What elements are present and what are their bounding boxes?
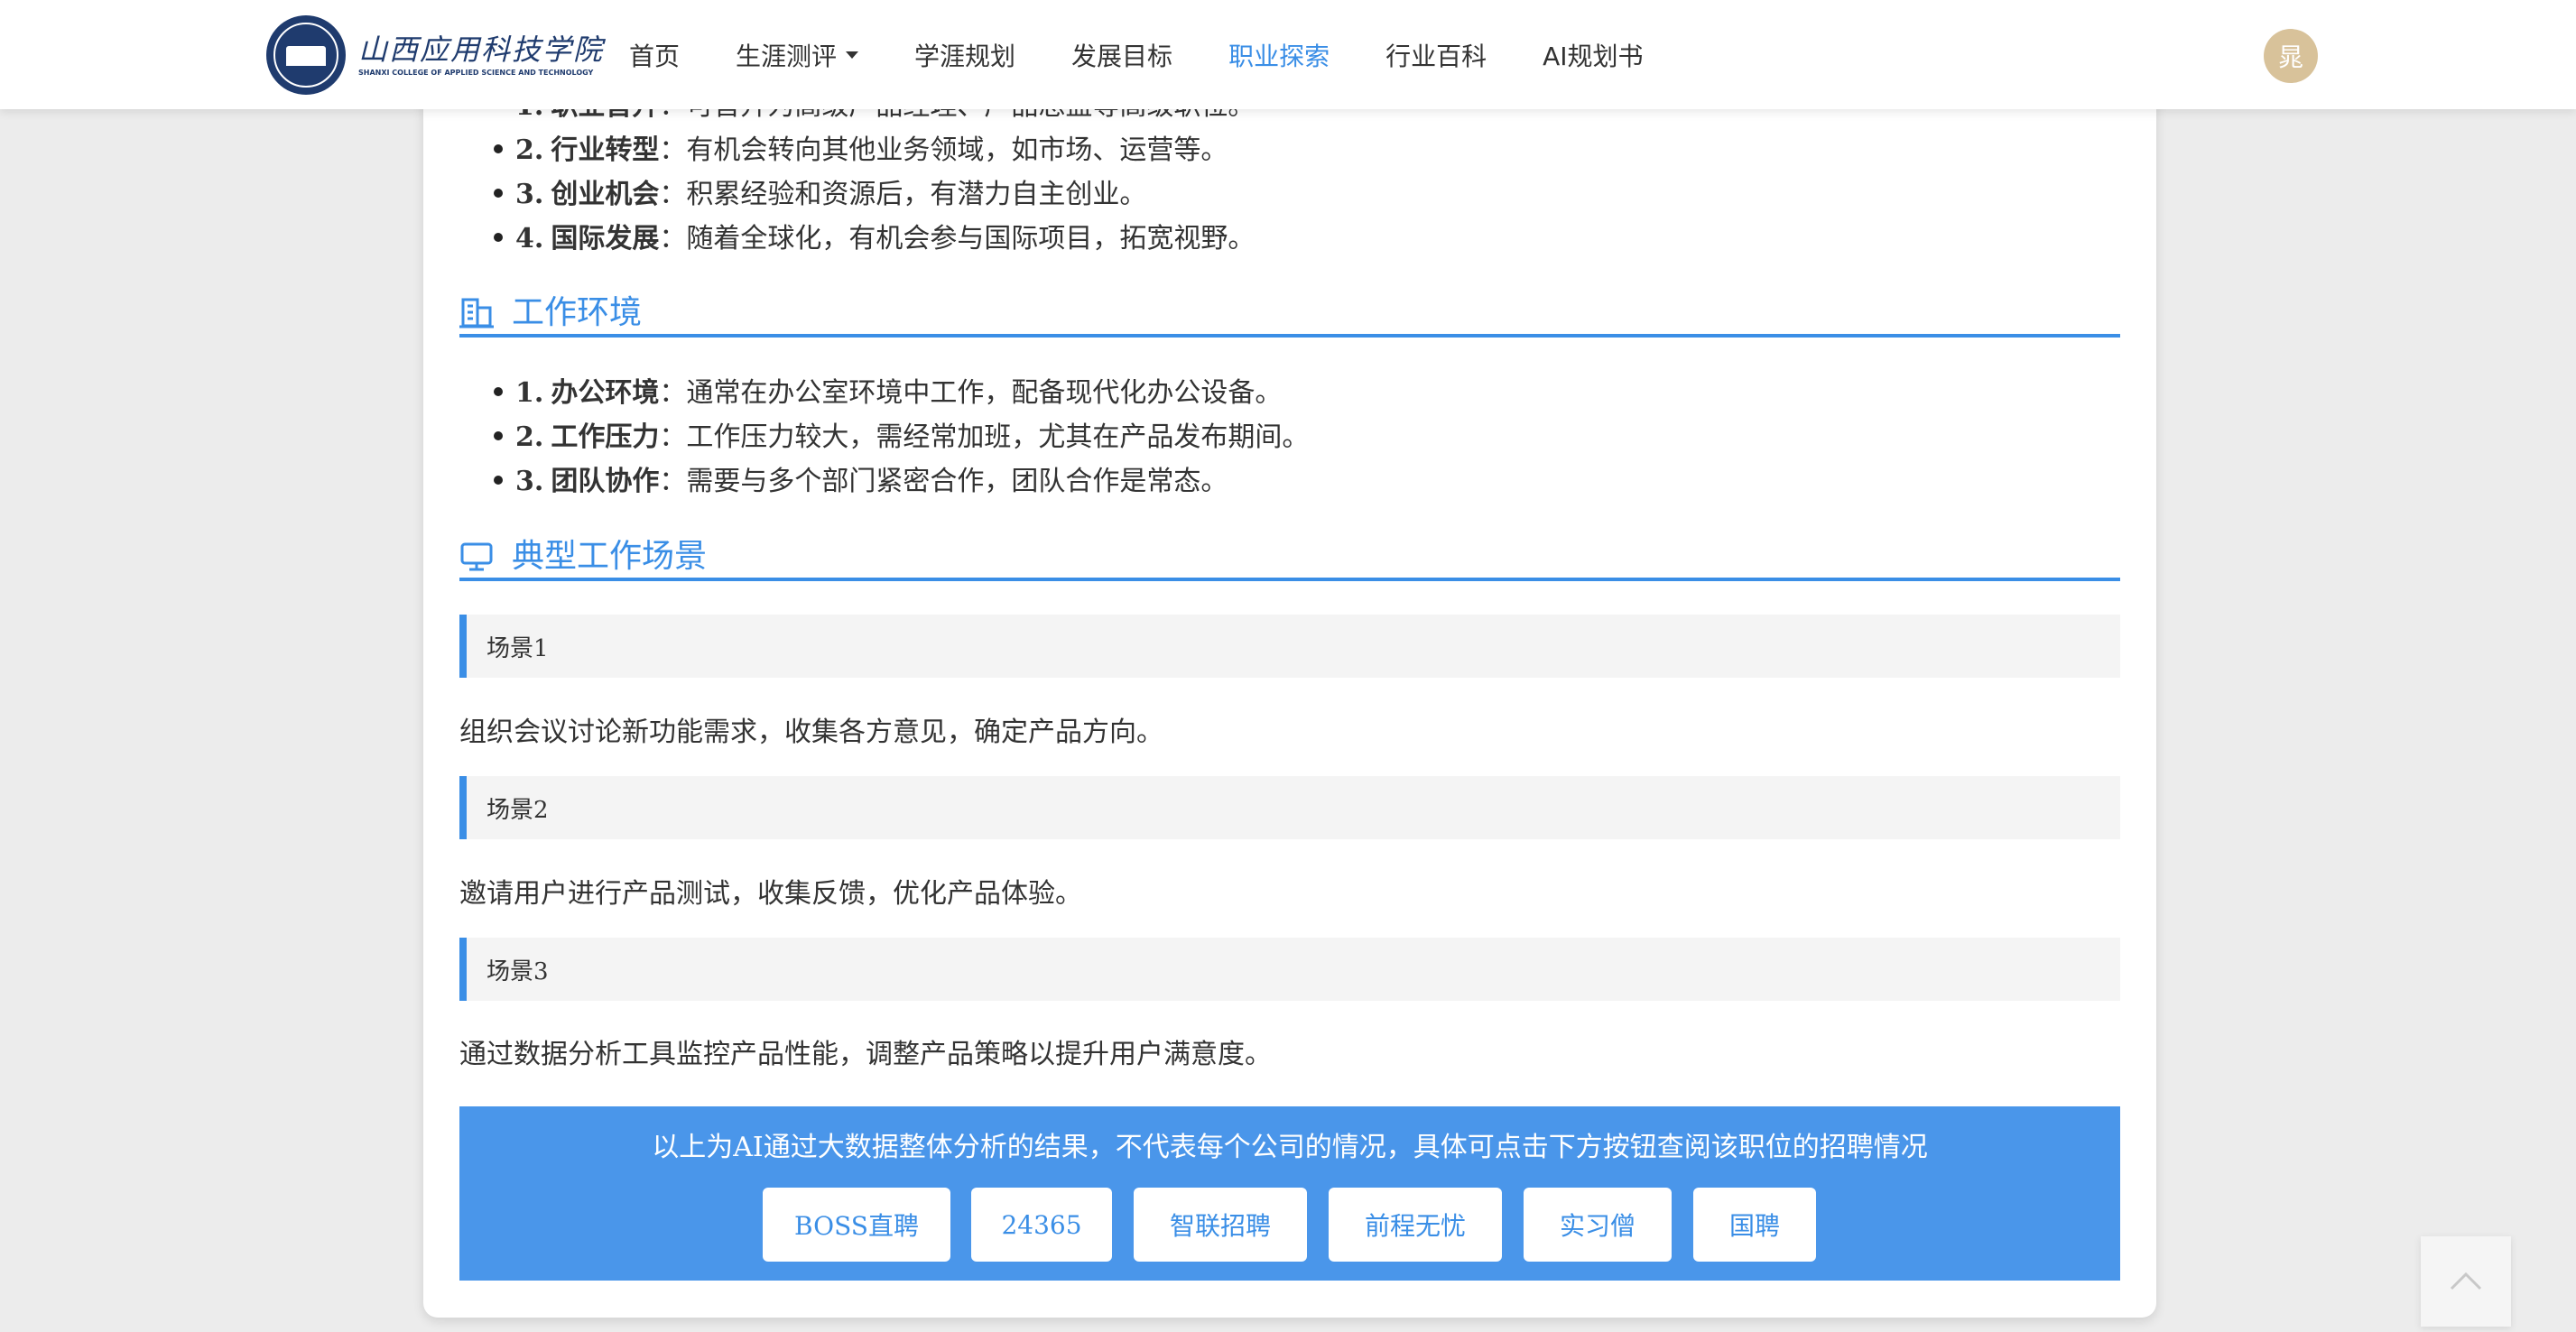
item-key: 行业转型 (551, 134, 660, 166)
logo-english-name: SHANXI COLLEGE OF APPLIED SCIENCE AND TE… (358, 69, 594, 77)
typical-scenes-heading: 典型工作场景 (459, 536, 2120, 581)
boss-zhipin-button[interactable]: BOSS直聘 (763, 1188, 950, 1262)
nav-development-goals[interactable]: 发展目标 (1071, 37, 1172, 73)
nav-career-assessment[interactable]: 生涯测评 (736, 37, 859, 73)
shixiseng-button[interactable]: 实习僧 (1524, 1188, 1672, 1262)
item-text: ：积累经验和资源后，有潜力自主创业。 (659, 179, 1147, 210)
nav-career-assessment-label: 生涯测评 (736, 41, 838, 71)
bullet-dot (494, 189, 503, 198)
monitor-icon (460, 542, 493, 571)
button-label: BOSS直聘 (794, 1211, 919, 1241)
nav-career-exploration[interactable]: 职业探索 (1228, 37, 1330, 73)
list-item: 3. 团队协作：需要与多个部门紧密合作，团队合作是常态。 (494, 459, 1309, 504)
list-item: 1. 办公环境：通常在办公室环境中工作，配备现代化办公设备。 (494, 371, 1309, 415)
bullet-dot (494, 431, 503, 440)
nav-study-planning[interactable]: 学涯规划 (914, 37, 1015, 73)
nav-home-label: 首页 (629, 41, 681, 71)
nav-home[interactable]: 首页 (629, 37, 680, 73)
item-text: ：通常在办公室环境中工作，配备现代化办公设备。 (659, 377, 1283, 409)
item-number: 1. (515, 377, 544, 409)
item-number: 3. (515, 466, 544, 497)
scene-label-box: 场景1 (459, 615, 2120, 678)
item-key: 工作压力 (551, 421, 660, 453)
caret-down-icon (846, 51, 859, 59)
ai-disclaimer-note: 以上为AI通过大数据整体分析的结果，不代表每个公司的情况，具体可点击下方按钮查阅… (652, 1132, 1928, 1163)
bullet-dot (494, 387, 503, 396)
section-title: 工作环境 (512, 294, 643, 331)
career-development-list: 1.职业晋升：可晋升为高级产品经理、产品总监等高级职位。 2.行业转型：有机会转… (494, 84, 1255, 261)
scene-label: 场景3 (486, 957, 549, 985)
scene-description: 组织会议讨论新功能需求，收集各方意见，确定产品方向。 (459, 717, 1163, 748)
avatar-char: 晁 (2277, 42, 2303, 72)
scene-label: 场景1 (486, 634, 549, 662)
section-title: 典型工作场景 (512, 538, 708, 575)
nav-industry-wiki[interactable]: 行业百科 (1385, 37, 1487, 73)
item-text: ：有机会转向其他业务领域，如市场、运营等。 (659, 134, 1228, 166)
item-text: ：需要与多个部门紧密合作，团队合作是常态。 (659, 466, 1228, 497)
item-key: 国际发展 (551, 223, 660, 254)
building-icon (459, 298, 494, 328)
college-seal-icon (266, 15, 346, 95)
scene-label-box: 场景2 (459, 776, 2120, 839)
user-avatar[interactable]: 晁 (2264, 29, 2318, 83)
item-number: 2. (515, 134, 544, 166)
list-item: 2. 行业转型：有机会转向其他业务领域，如市场、运营等。 (494, 128, 1255, 172)
nav-development-goals-label: 发展目标 (1071, 41, 1173, 71)
button-label: 智联招聘 (1169, 1211, 1271, 1241)
nav-ai-plan-label: AI规划书 (1543, 41, 1644, 71)
top-navbar: 山西应用科技学院 SHANXI COLLEGE OF APPLIED SCIEN… (0, 0, 2576, 109)
logo-text: 山西应用科技学院 SHANXI COLLEGE OF APPLIED SCIEN… (358, 32, 604, 79)
scene-label-box: 场景3 (459, 938, 2120, 1001)
recruitment-banner: 以上为AI通过大数据整体分析的结果，不代表每个公司的情况，具体可点击下方按钮查阅… (459, 1106, 2120, 1281)
list-item: 4. 国际发展：随着全球化，有机会参与国际项目，拓宽视野。 (494, 217, 1255, 261)
24365-button[interactable]: 24365 (971, 1188, 1112, 1262)
chevron-up-icon (2450, 1272, 2482, 1290)
list-item: 3. 创业机会：积累经验和资源后，有潜力自主创业。 (494, 172, 1255, 217)
work-environment-heading: 工作环境 (459, 292, 2120, 338)
scene-description: 通过数据分析工具监控产品性能，调整产品策略以提升用户满意度。 (459, 1039, 1272, 1070)
zhilian-zhaopin-button[interactable]: 智联招聘 (1134, 1188, 1307, 1262)
item-key: 办公环境 (551, 377, 660, 409)
bullet-dot (494, 476, 503, 485)
item-text: ：随着全球化，有机会参与国际项目，拓宽视野。 (659, 223, 1256, 254)
college-logo[interactable]: 山西应用科技学院 SHANXI COLLEGE OF APPLIED SCIEN… (266, 14, 604, 96)
list-item: 2. 工作压力：工作压力较大，需经常加班，尤其在产品发布期间。 (494, 415, 1309, 459)
bullet-dot (494, 144, 503, 153)
item-number: 4. (515, 223, 544, 254)
item-number: 3. (515, 179, 544, 210)
item-number: 2. (515, 421, 544, 453)
button-label: 24365 (1001, 1209, 1082, 1240)
nav-study-planning-label: 学涯规划 (914, 41, 1016, 71)
nav-career-exploration-label: 职业探索 (1228, 41, 1330, 71)
qiancheng-wuyou-button[interactable]: 前程无忧 (1329, 1188, 1502, 1262)
button-label: 前程无忧 (1364, 1211, 1466, 1241)
scene-description: 邀请用户进行产品测试，收集反馈，优化产品体验。 (459, 878, 1082, 910)
button-label: 国聘 (1728, 1211, 1780, 1241)
back-to-top-button[interactable] (2421, 1236, 2511, 1327)
nav-ai-plan[interactable]: AI规划书 (1543, 37, 1643, 73)
work-environment-list: 1. 办公环境：通常在办公室环境中工作，配备现代化办公设备。 2. 工作压力：工作压… (494, 371, 1309, 504)
bullet-dot (494, 233, 503, 242)
content-card: 1.职业晋升：可晋升为高级产品经理、产品总监等高级职位。 2.行业转型：有机会转… (423, 0, 2156, 1318)
item-key: 创业机会 (551, 179, 660, 210)
nav-industry-wiki-label: 行业百科 (1385, 41, 1487, 71)
item-text: ：工作压力较大，需经常加班，尤其在产品发布期间。 (659, 421, 1310, 453)
guopin-button[interactable]: 国聘 (1693, 1188, 1816, 1262)
scene-label: 场景2 (486, 796, 549, 824)
button-label: 实习僧 (1559, 1211, 1635, 1241)
item-key: 团队协作 (551, 466, 660, 497)
logo-chinese-name: 山西应用科技学院 (358, 32, 605, 67)
nav-menu: 首页 生涯测评 学涯规划 发展目标 职业探索 行业百科 AI规划书 (629, 0, 1700, 109)
